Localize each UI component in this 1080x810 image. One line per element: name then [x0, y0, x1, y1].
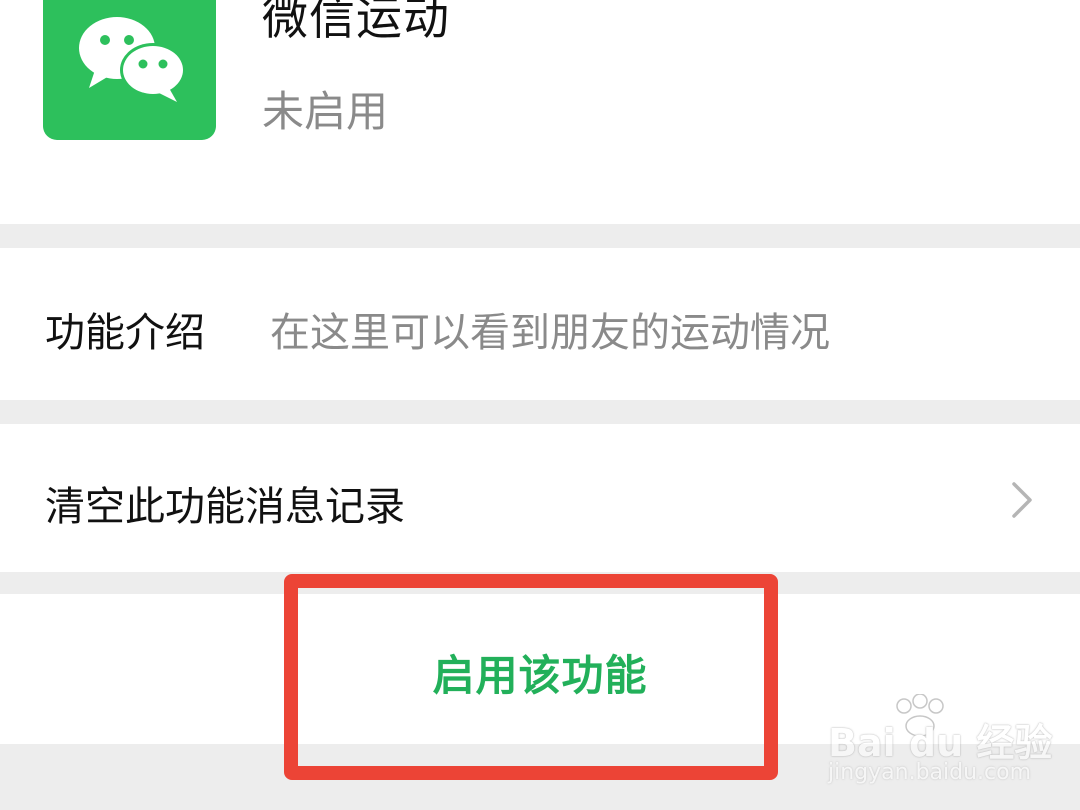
- app-header-card: 微信运动 未启用: [0, 0, 1080, 224]
- app-title: 微信运动: [262, 0, 450, 45]
- watermark-url: jingyan.baidu.com: [828, 760, 1032, 785]
- watermark-logo: Bai du 经验: [828, 721, 1053, 765]
- feature-intro-label: 功能介绍: [45, 310, 205, 356]
- wechat-logo-icon: [43, 0, 216, 140]
- chevron-right-icon: [1010, 480, 1034, 524]
- baidu-jingyan-watermark: Bai du 经验 jingyan.baidu.com: [828, 694, 1052, 794]
- app-status: 未启用: [262, 87, 389, 136]
- feature-intro-row: 功能介绍 在这里可以看到朋友的运动情况: [0, 248, 1080, 400]
- feature-intro-description: 在这里可以看到朋友的运动情况: [270, 310, 830, 356]
- highlight-box: [284, 574, 778, 780]
- clear-messages-label: 清空此功能消息记录: [45, 484, 405, 530]
- clear-messages-row[interactable]: 清空此功能消息记录: [0, 424, 1080, 572]
- wechat-sport-settings-screen: 微信运动 未启用 功能介绍 在这里可以看到朋友的运动情况 清空此功能消息记录 启…: [0, 0, 1080, 810]
